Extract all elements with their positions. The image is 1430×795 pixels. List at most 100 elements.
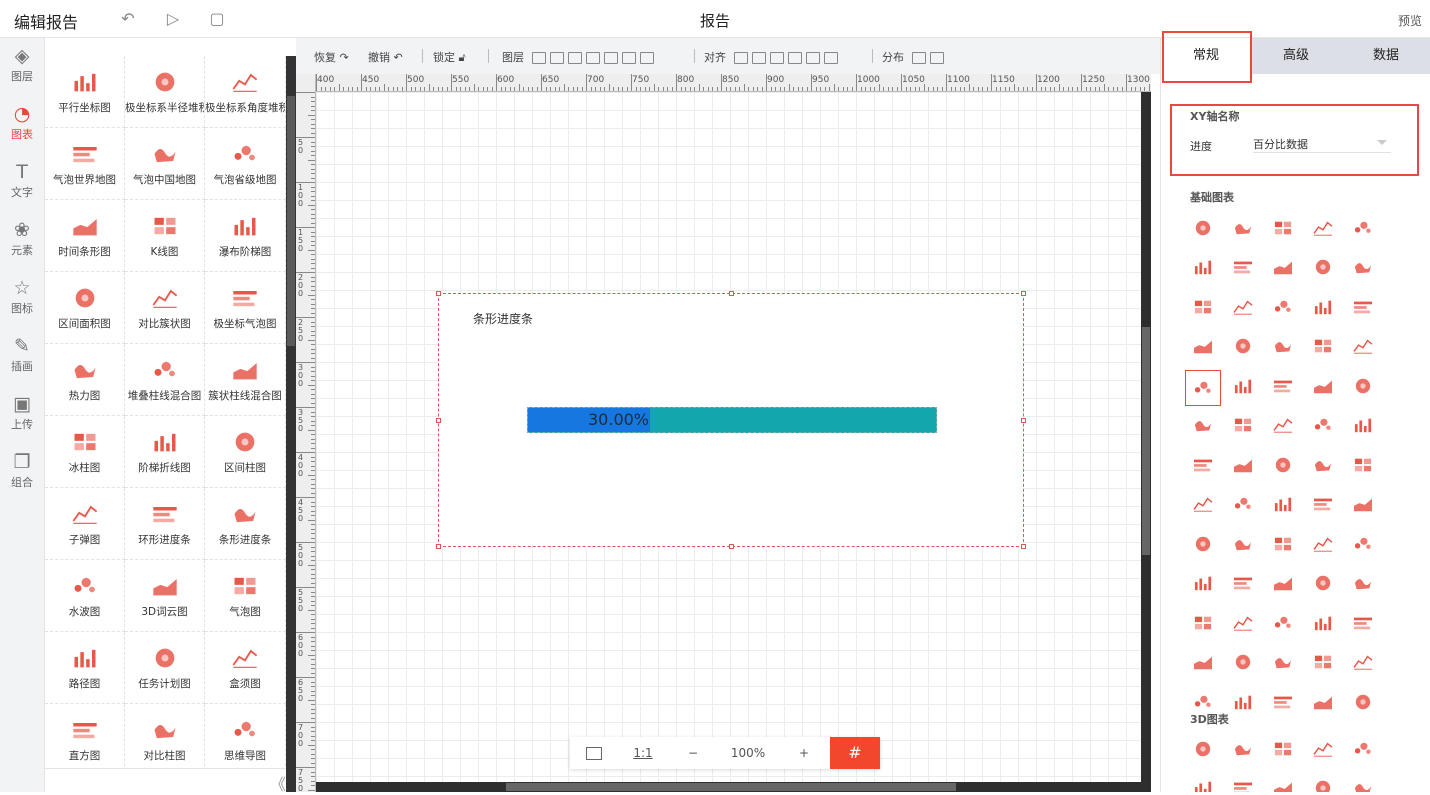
- chart-type-option[interactable]: [1223, 329, 1263, 369]
- palette-item[interactable]: 气泡中国地图: [125, 128, 205, 200]
- palette-item[interactable]: 气泡世界地图: [45, 128, 125, 200]
- palette-item[interactable]: 盒须图: [205, 632, 286, 704]
- chart-type-option[interactable]: [1343, 487, 1383, 527]
- grid-toggle-button[interactable]: #: [830, 737, 880, 769]
- chart-type-option[interactable]: [1343, 289, 1383, 329]
- align-center-icon[interactable]: [752, 52, 766, 64]
- sidebar-item-palette[interactable]: ✎插画: [0, 328, 44, 386]
- chart-type-option[interactable]: [1183, 408, 1223, 448]
- chart-type-option[interactable]: [1223, 731, 1263, 771]
- chart-type-option[interactable]: [1343, 368, 1383, 408]
- canvas-horizontal-scrollbar[interactable]: [316, 782, 1151, 792]
- chart-type-option[interactable]: [1263, 250, 1303, 290]
- chart-type-option[interactable]: [1303, 566, 1343, 606]
- chart-type-option[interactable]: [1303, 210, 1343, 250]
- palette-item[interactable]: 气泡省级地图: [205, 128, 286, 200]
- chart-type-option[interactable]: [1343, 605, 1383, 645]
- canvas-v-scroll-thumb[interactable]: [1142, 327, 1150, 555]
- layer-top-icon[interactable]: [550, 52, 564, 64]
- palette-item[interactable]: 热力图: [45, 344, 125, 416]
- palette-item[interactable]: K线图: [125, 200, 205, 272]
- palette-item[interactable]: 区间面积图: [45, 272, 125, 344]
- chart-type-option[interactable]: [1263, 447, 1303, 487]
- palette-item[interactable]: 环形进度条: [125, 488, 205, 560]
- chart-type-option[interactable]: [1343, 526, 1383, 566]
- layer-mid-icon[interactable]: [604, 52, 618, 64]
- chart-type-option[interactable]: [1343, 447, 1383, 487]
- chart-type-option[interactable]: [1183, 731, 1223, 771]
- chart-type-option[interactable]: [1223, 210, 1263, 250]
- palette-item[interactable]: 瀑布阶梯图: [205, 200, 286, 272]
- chart-type-option[interactable]: [1303, 645, 1343, 685]
- distribute-h-icon[interactable]: [912, 52, 926, 64]
- chart-type-option[interactable]: [1223, 645, 1263, 685]
- restore-button[interactable]: 恢复 ↷: [314, 49, 349, 65]
- align-middle-icon[interactable]: [788, 52, 802, 64]
- lock-button[interactable]: 锁定 🔓︎: [433, 49, 466, 65]
- palette-item[interactable]: 思维导图: [205, 704, 286, 776]
- chart-type-option[interactable]: [1263, 566, 1303, 606]
- sidebar-item-group[interactable]: ❐组合: [0, 444, 44, 502]
- chart-type-option[interactable]: [1263, 408, 1303, 448]
- delete-icon[interactable]: [622, 52, 636, 64]
- chart-type-option[interactable]: [1303, 684, 1343, 724]
- chart-type-option[interactable]: [1263, 210, 1303, 250]
- palette-item[interactable]: 极坐标系半径堆积: [125, 56, 205, 128]
- chart-type-option[interactable]: [1223, 566, 1263, 606]
- chart-type-option[interactable]: [1303, 408, 1343, 448]
- chart-type-option[interactable]: [1263, 329, 1303, 369]
- chart-type-option[interactable]: [1343, 566, 1383, 606]
- preview-button[interactable]: 预览: [1398, 12, 1422, 29]
- zoom-in-button[interactable]: +: [778, 737, 830, 769]
- chart-type-option[interactable]: [1183, 329, 1223, 369]
- palette-item[interactable]: 冰柱图: [45, 416, 125, 488]
- palette-item[interactable]: 阶梯折线图: [125, 416, 205, 488]
- resize-handle[interactable]: [729, 291, 734, 296]
- resize-handle[interactable]: [729, 544, 734, 549]
- chart-type-option[interactable]: [1223, 250, 1263, 290]
- chart-type-option[interactable]: [1263, 771, 1303, 793]
- progress-field-select[interactable]: 百分比数据: [1253, 136, 1391, 153]
- chart-type-option[interactable]: [1263, 289, 1303, 329]
- zoom-out-button[interactable]: −: [668, 737, 718, 769]
- chart-type-option[interactable]: [1223, 526, 1263, 566]
- chart-type-option[interactable]: [1183, 487, 1223, 527]
- progress-bar-widget[interactable]: 条形进度条 30.00%: [438, 293, 1024, 547]
- chart-type-option[interactable]: [1223, 771, 1263, 793]
- palette-item[interactable]: 气泡图: [205, 560, 286, 632]
- chart-type-option[interactable]: [1223, 368, 1263, 408]
- chart-type-option[interactable]: [1263, 487, 1303, 527]
- chart-type-option[interactable]: [1183, 447, 1223, 487]
- resize-handle[interactable]: [436, 291, 441, 296]
- chart-type-option[interactable]: [1183, 368, 1223, 408]
- play-icon[interactable]: ▷: [163, 9, 183, 29]
- sidebar-item-layers[interactable]: ◈图层: [0, 38, 44, 96]
- chart-type-option[interactable]: [1303, 289, 1343, 329]
- resize-handle[interactable]: [436, 544, 441, 549]
- tab-data[interactable]: 数据: [1341, 38, 1430, 74]
- fit-screen-button[interactable]: [570, 737, 618, 769]
- canvas-vertical-scrollbar[interactable]: [1141, 92, 1151, 792]
- layer-bottom-icon[interactable]: [586, 52, 600, 64]
- save-icon[interactable]: ▢: [207, 9, 227, 29]
- palette-item[interactable]: 堆叠柱线混合图: [125, 344, 205, 416]
- resize-handle[interactable]: [1021, 544, 1026, 549]
- collapse-icon[interactable]: 《: [270, 771, 286, 795]
- resize-handle[interactable]: [436, 418, 441, 423]
- sidebar-item-image[interactable]: ▣上传: [0, 386, 44, 444]
- chart-type-option[interactable]: [1183, 605, 1223, 645]
- distribute-v-icon[interactable]: [930, 52, 944, 64]
- align-top-icon[interactable]: [806, 52, 820, 64]
- chart-type-option[interactable]: [1183, 526, 1223, 566]
- sidebar-item-elements[interactable]: ❀元素: [0, 212, 44, 270]
- chart-type-option[interactable]: [1183, 289, 1223, 329]
- chart-type-option[interactable]: [1303, 447, 1343, 487]
- chart-type-option[interactable]: [1263, 731, 1303, 771]
- palette-scrollbar[interactable]: [286, 56, 296, 792]
- palette-item[interactable]: 时间条形图: [45, 200, 125, 272]
- palette-item[interactable]: 路径图: [45, 632, 125, 704]
- chart-type-option[interactable]: [1343, 210, 1383, 250]
- palette-item[interactable]: 对比柱图: [125, 704, 205, 776]
- palette-item[interactable]: 直方图: [45, 704, 125, 776]
- canvas-h-scroll-thumb[interactable]: [506, 783, 956, 791]
